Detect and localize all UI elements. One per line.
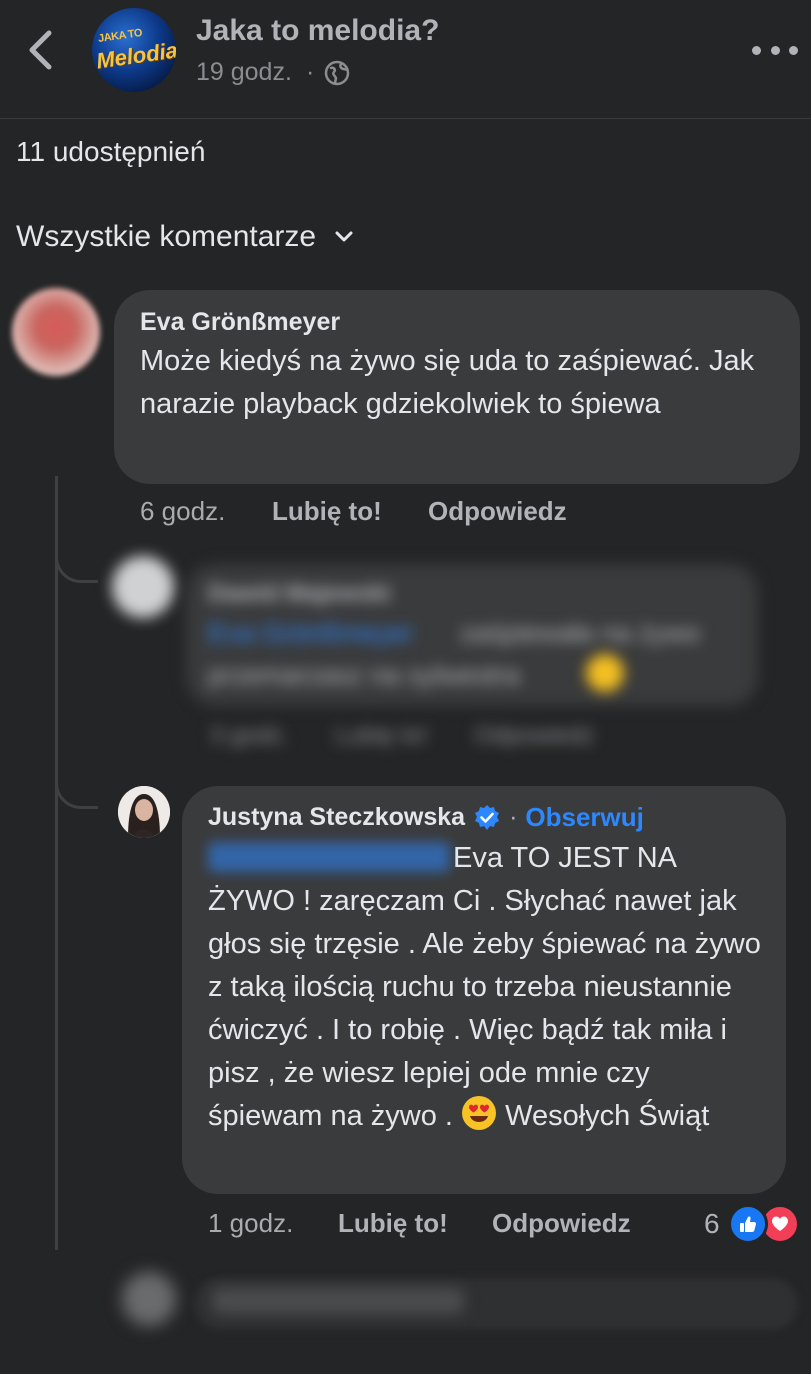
avatar[interactable] [112,556,174,618]
thread-line [55,476,58,1250]
comment-time[interactable]: 3 godz. [210,722,289,749]
reply-button[interactable]: Odpowiedz [428,496,567,527]
globe-icon [324,60,350,86]
comment-text: przemarzasz na sylwestra [208,660,521,690]
reply-button[interactable]: Odpowiedz [474,722,594,749]
separator-dot: · [509,803,518,831]
comment-filter-label: Wszystkie komentarze [16,220,317,253]
reply-button[interactable]: Odpowiedz [492,1208,631,1239]
reactions-summary[interactable]: 6 [704,1204,800,1244]
like-reaction-icon [727,1204,768,1244]
heart-eyes-emoji-icon [462,1096,497,1130]
back-button[interactable] [18,28,62,72]
comment-text: zaśpiewała na żywo [460,618,701,648]
like-button[interactable]: Lubię to! [272,496,382,527]
thread-connector [55,540,98,583]
comment-time[interactable]: 1 godz. [208,1208,293,1239]
avatar-photo [118,786,170,838]
reply-input-placeholder [212,1288,464,1314]
chevron-down-icon [335,231,353,242]
smile-emoji-icon [586,654,624,692]
divider [0,118,811,119]
more-icon [752,45,761,55]
mention-link[interactable]: Eva Grönßmeyer [208,618,414,649]
separator-dot: · [306,58,315,86]
comment-text-body: Eva TO JEST NA ŻYWO ! zaręczam Ci . Słyc… [208,842,761,1132]
comment-author[interactable]: Eva Grönßmeyer [140,308,340,337]
follow-button[interactable]: Obserwuj [525,802,643,833]
comment-text: Może kiedyś na żywo się uda to zaśpiewać… [140,345,755,420]
back-arrow-icon [29,30,52,70]
more-options-button[interactable] [752,38,798,62]
like-button[interactable]: Lubię to! [335,722,427,749]
comment-filter-dropdown[interactable]: Wszystkie komentarze [16,220,354,254]
page-name[interactable]: Jaka to melodia? [196,14,439,48]
comment-actions: 3 godz. Lubię to! Odpowiedz [210,722,594,750]
comment-time[interactable]: 6 godz. [140,496,225,527]
comment-text: Eva TO JEST NA ŻYWO ! zaręczam Ci . Słyc… [208,837,768,1138]
reaction-count: 6 [704,1208,720,1239]
verified-badge-icon [475,804,500,830]
like-button[interactable]: Lubię to! [338,1208,448,1239]
avatar[interactable] [118,786,170,838]
comment-text-closing: Wesołych Świąt [505,1100,710,1132]
comment-author[interactable]: Justyna Steczkowska [208,803,465,832]
thread-connector [55,766,98,809]
avatar [122,1272,176,1326]
shares-count[interactable]: 11 udostępnień [16,136,205,168]
post-time[interactable]: 19 godz. [196,58,292,87]
page-avatar[interactable]: JAKA TO Melodia? [92,8,176,92]
comment-author[interactable]: Dawid Majewski [208,580,391,608]
avatar[interactable] [12,288,100,376]
comment-header: Justyna Steczkowska · Obserwuj [208,802,644,833]
